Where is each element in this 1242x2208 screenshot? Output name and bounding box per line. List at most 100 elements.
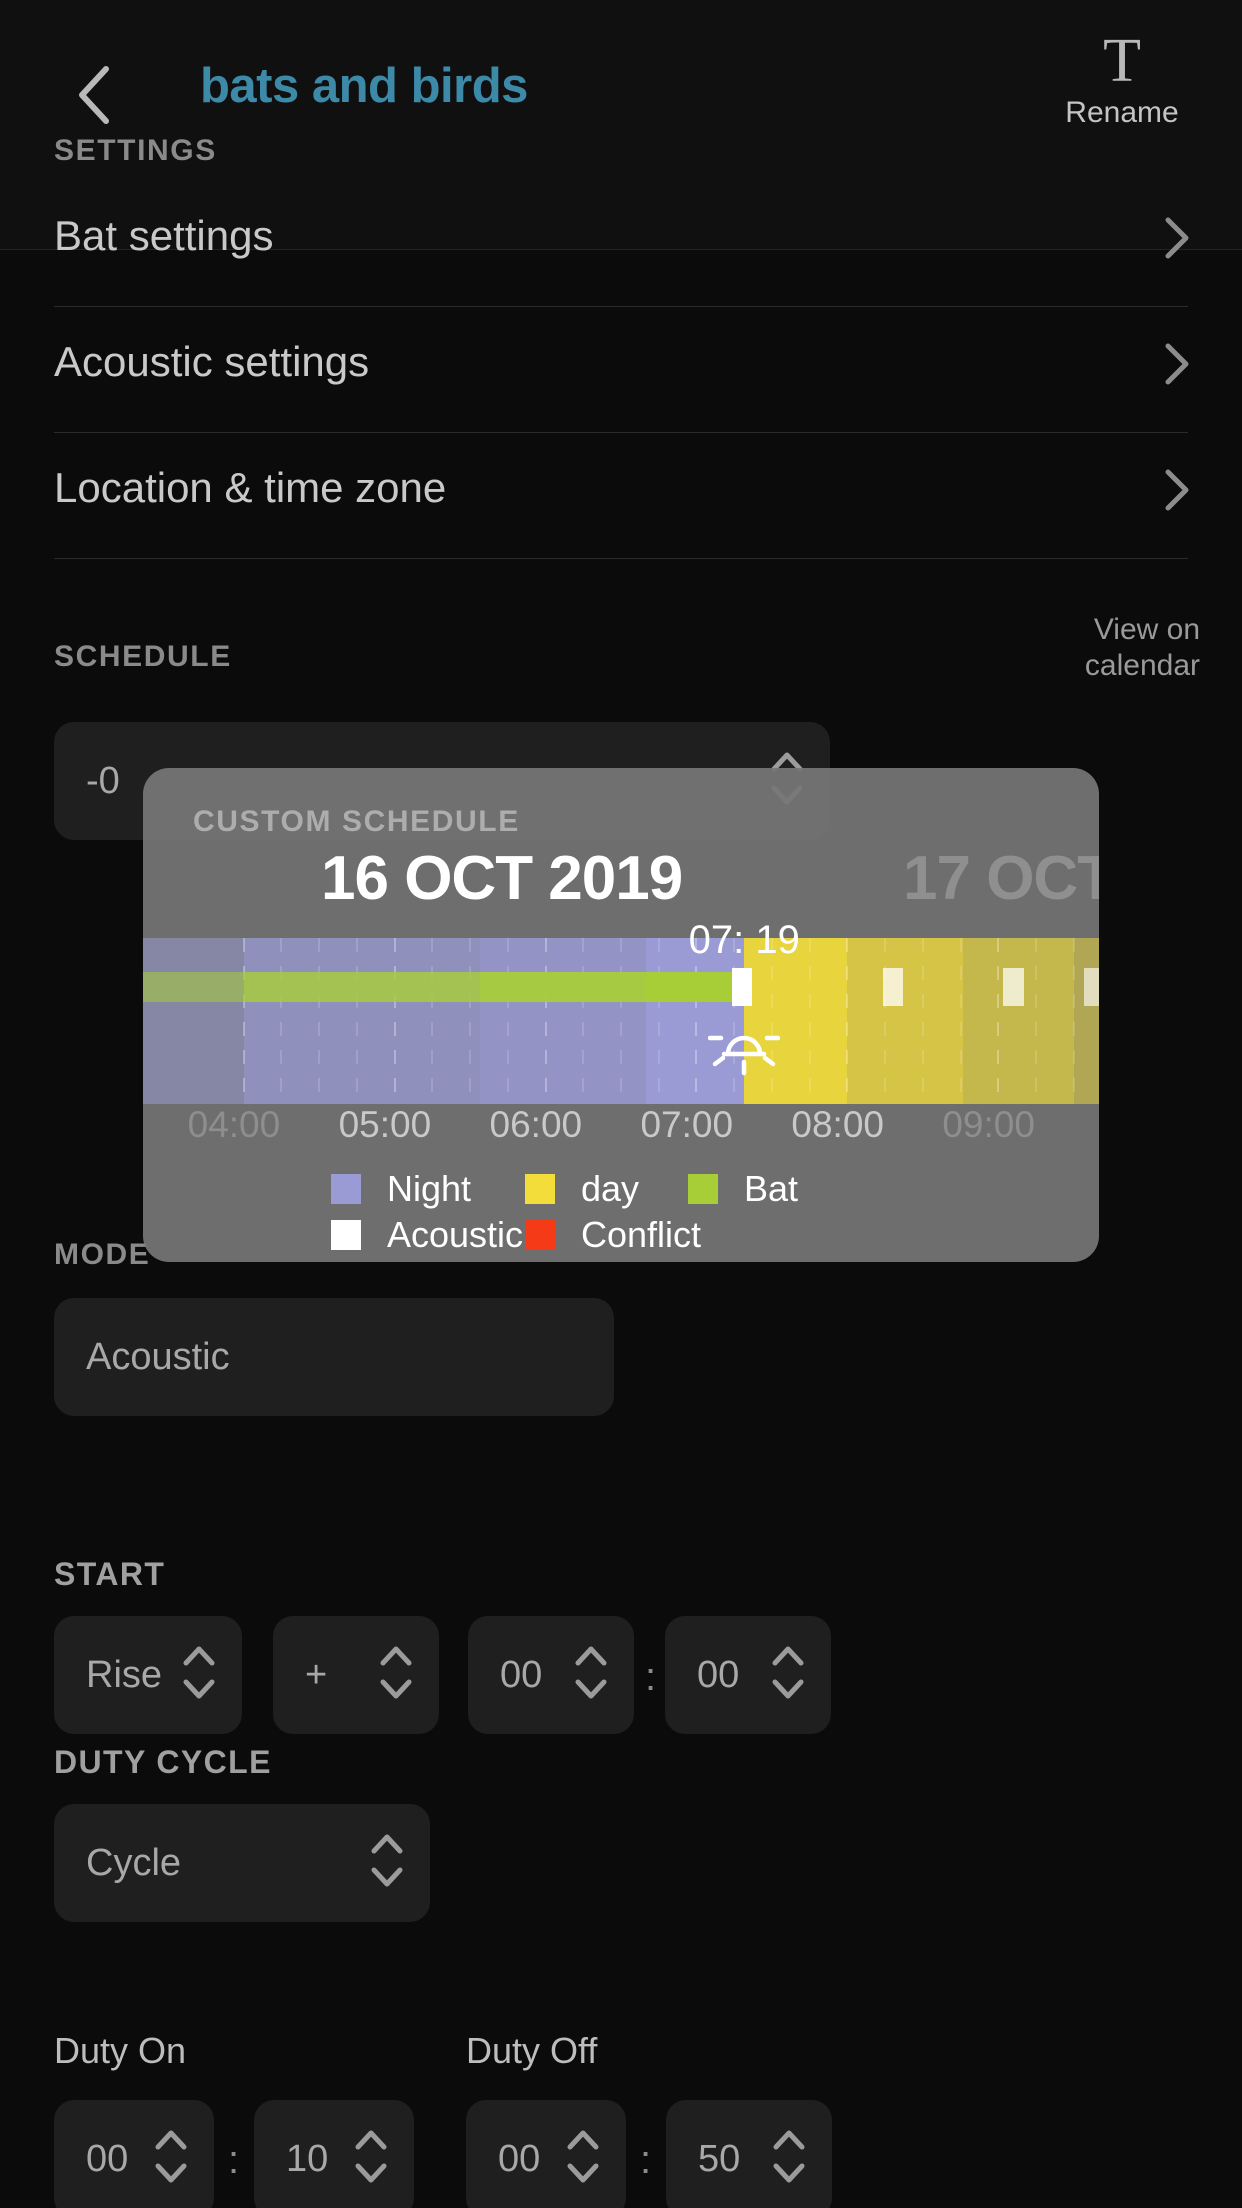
view-on-calendar-link[interactable]: View on calendar [980,612,1200,684]
duty-cycle-mode-field[interactable]: Cycle [54,1804,430,1922]
duty-off-minutes-stepper[interactable] [772,2129,806,2189]
mode-field[interactable]: Acoustic [54,1298,614,1416]
start-event-value: Rise [86,1653,163,1696]
timeline-gridline-minor [582,938,585,1104]
stepper-down-icon[interactable] [772,2162,806,2189]
timeline-axis: 04:00 05:00 06:00 07:00 08:00 09:00 [143,1104,1099,1164]
custom-schedule-overlay[interactable]: CUSTOM SCHEDULE 16 OCT 2019 17 OCT 07: 1… [143,768,1099,1262]
duty-on-hours-stepper[interactable] [154,2129,188,2189]
timeline-gridline [846,938,849,1104]
legend-swatch [331,1174,361,1204]
stepper-down-icon[interactable] [370,1866,404,1893]
stepper-up-icon[interactable] [354,2129,388,2156]
timeline-gridline [997,938,1000,1104]
timeline-gridline-minor [280,938,283,1104]
sunrise-time-label: 07: 19 [688,918,800,962]
sidebar-item-location-timezone[interactable]: Location & time zone [0,434,1242,560]
duty-cycle-mode-stepper[interactable] [370,1833,404,1893]
timeline-gridline-minor [921,938,924,1104]
timeline-gridline-minor [959,938,962,1104]
timeline-gridline-minor [884,938,887,1104]
stepper-down-icon[interactable] [182,1678,216,1705]
chart-legend: Night day Bat Acoustic Conflict [143,1168,1099,1262]
stepper-down-icon[interactable] [154,2162,188,2189]
legend-swatch [688,1174,718,1204]
timeline-acoustic-marker [1003,968,1024,1006]
timeline-bat-bar [480,972,647,1002]
timeline-band-night [243,938,481,1104]
duty-on-minutes-stepper[interactable] [354,2129,388,2189]
stepper-up-icon[interactable] [772,2129,806,2156]
date-carousel[interactable]: 16 OCT 2019 17 OCT [143,843,1099,928]
schedule-section-caption: SCHEDULE [54,640,232,673]
timeline-band-day [847,938,964,1104]
timeline-gridline-minor [431,938,434,1104]
timeline-gridline-minor [1035,938,1038,1104]
overlay-caption: CUSTOM SCHEDULE [193,805,520,838]
stepper-up-icon[interactable] [771,1645,805,1672]
start-event-stepper[interactable] [182,1645,216,1705]
start-event-field[interactable]: Rise [54,1616,242,1734]
timeline-gridline-minor [506,938,509,1104]
stepper-up-icon[interactable] [370,1833,404,1860]
timeline-acoustic-marker [1083,968,1099,1006]
timeline-bat-bar [243,972,481,1002]
timeline-gridline-minor [620,938,622,1104]
legend-item-conflict: Conflict [525,1214,701,1256]
timeline-bat-bar [143,972,244,1002]
timeline-band-day [963,938,1074,1104]
legend-swatch [525,1174,555,1204]
duty-on-minutes-value: 10 [286,2137,329,2180]
duty-on-minutes-field[interactable]: 10 [254,2100,414,2208]
timeline-gridline-minor [355,938,358,1104]
timeline-bat-bar [646,972,732,1002]
axis-tick-label: 09:00 [942,1104,1035,1145]
legend-label: day [581,1168,640,1209]
legend-label: Conflict [581,1214,702,1255]
settings-section-caption: SETTINGS [54,134,217,167]
stepper-up-icon[interactable] [182,1645,216,1672]
chevron-right-icon [1164,216,1190,265]
stepper-down-icon[interactable] [574,1678,608,1705]
back-button[interactable] [62,62,126,128]
stepper-up-icon[interactable] [566,2129,600,2156]
sidebar-item-acoustic-settings[interactable]: Acoustic settings [0,308,1242,434]
timeline-gridline-minor [469,938,472,1104]
legend-item-day: day [525,1168,639,1210]
stepper-up-icon[interactable] [379,1645,413,1672]
legend-swatch [525,1220,555,1250]
duty-off-hours-field[interactable]: 00 [466,2100,626,2208]
stepper-down-icon[interactable] [566,2162,600,2189]
stepper-down-icon[interactable] [771,1678,805,1705]
sidebar-item-bat-settings[interactable]: Bat settings [0,182,1242,308]
rename-button[interactable]: T Rename [1042,30,1202,130]
stepper-down-icon[interactable] [379,1678,413,1705]
timeline-band-night [143,938,244,1104]
start-minutes-value: 00 [697,1653,740,1696]
timeline-gridline-minor [318,938,321,1104]
stepper-up-icon[interactable] [154,2129,188,2156]
start-minutes-field[interactable]: 00 [665,1616,831,1734]
timeline-gridline [393,938,396,1104]
timeline-band-day [1073,938,1099,1104]
start-hours-field[interactable]: 00 [468,1616,634,1734]
stepper-down-icon[interactable] [354,2162,388,2189]
rename-button-label: Rename [1065,96,1179,129]
timeline-gridline [544,938,547,1104]
start-hours-value: 00 [500,1653,543,1696]
duty-off-separator: : [640,2138,652,2182]
start-minutes-stepper[interactable] [771,1645,805,1705]
legend-label: Acoustic [387,1214,524,1255]
legend-item-acoustic: Acoustic [331,1214,523,1256]
schedule-timeline-chart[interactable] [143,938,1099,1104]
start-hours-stepper[interactable] [574,1645,608,1705]
legend-swatch [331,1220,361,1250]
duty-off-label: Duty Off [466,2030,598,2071]
start-sign-field[interactable]: + [273,1616,439,1734]
duty-off-minutes-field[interactable]: 50 [666,2100,832,2208]
axis-tick-label: 07:00 [640,1104,734,1145]
stepper-up-icon[interactable] [574,1645,608,1672]
start-sign-stepper[interactable] [379,1645,413,1705]
duty-off-hours-stepper[interactable] [566,2129,600,2189]
duty-on-hours-field[interactable]: 00 [54,2100,214,2208]
